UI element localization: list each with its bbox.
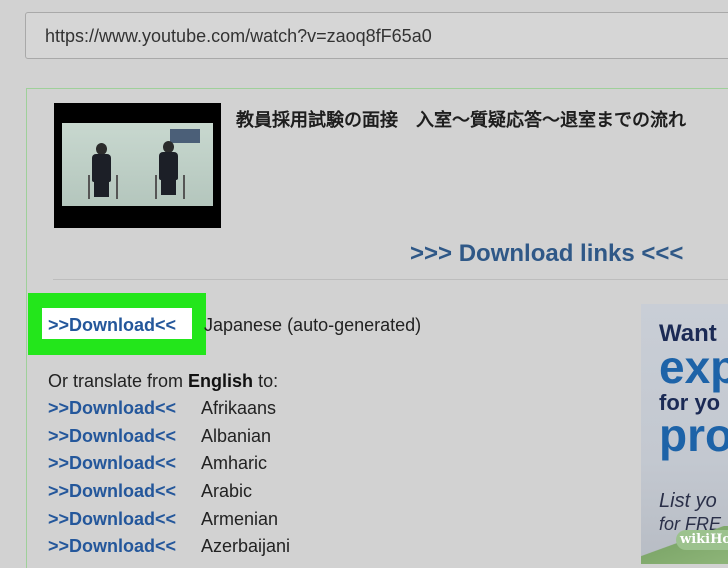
- divider: [53, 279, 728, 280]
- address-bar[interactable]: https://www.youtube.com/watch?v=zaoq8fF6…: [25, 12, 728, 59]
- language-japanese: Japanese (auto-generated): [204, 315, 422, 335]
- download-link-arabic[interactable]: >>Download<<: [48, 481, 176, 502]
- language-afrikaans: Afrikaans: [201, 398, 277, 418]
- language-amharic: Amharic: [201, 453, 268, 473]
- address-bar-url[interactable]: https://www.youtube.com/watch?v=zaoq8fF6…: [45, 26, 432, 47]
- source-language: English: [188, 371, 254, 391]
- language-armenian: Armenian: [201, 509, 279, 529]
- thumbnail-sign: [170, 129, 200, 143]
- ad-text-5: List yo: [659, 490, 717, 512]
- thumbnail-scene: [62, 123, 213, 206]
- download-link-armenian[interactable]: >>Download<<: [48, 509, 176, 530]
- download-link-azerbaijani[interactable]: >>Download<<: [48, 536, 176, 557]
- video-title: 教員採用試験の面接 入室～質疑応答～退室までの流れ: [236, 110, 686, 131]
- download-link-amharic[interactable]: >>Download<<: [48, 453, 176, 474]
- language-albanian: Albanian: [201, 426, 272, 446]
- translate-prompt: Or translate from English to:: [48, 371, 279, 391]
- video-thumbnail[interactable]: [54, 103, 221, 228]
- advertisement[interactable]: Want exp for yo pro List yo for FRE: [641, 304, 728, 564]
- ad-text-2: exp: [659, 341, 728, 393]
- language-azerbaijani: Azerbaijani: [201, 536, 291, 556]
- download-links-heading: >>> Download links <<<: [410, 240, 684, 267]
- download-link-japanese[interactable]: >>Download<<: [48, 315, 176, 336]
- wikihow-watermark: wikiHow: [676, 530, 728, 550]
- ad-text-4: pro: [659, 409, 728, 461]
- download-link-albanian[interactable]: >>Download<<: [48, 426, 176, 447]
- language-arabic: Arabic: [201, 481, 253, 501]
- download-link-afrikaans[interactable]: >>Download<<: [48, 398, 176, 419]
